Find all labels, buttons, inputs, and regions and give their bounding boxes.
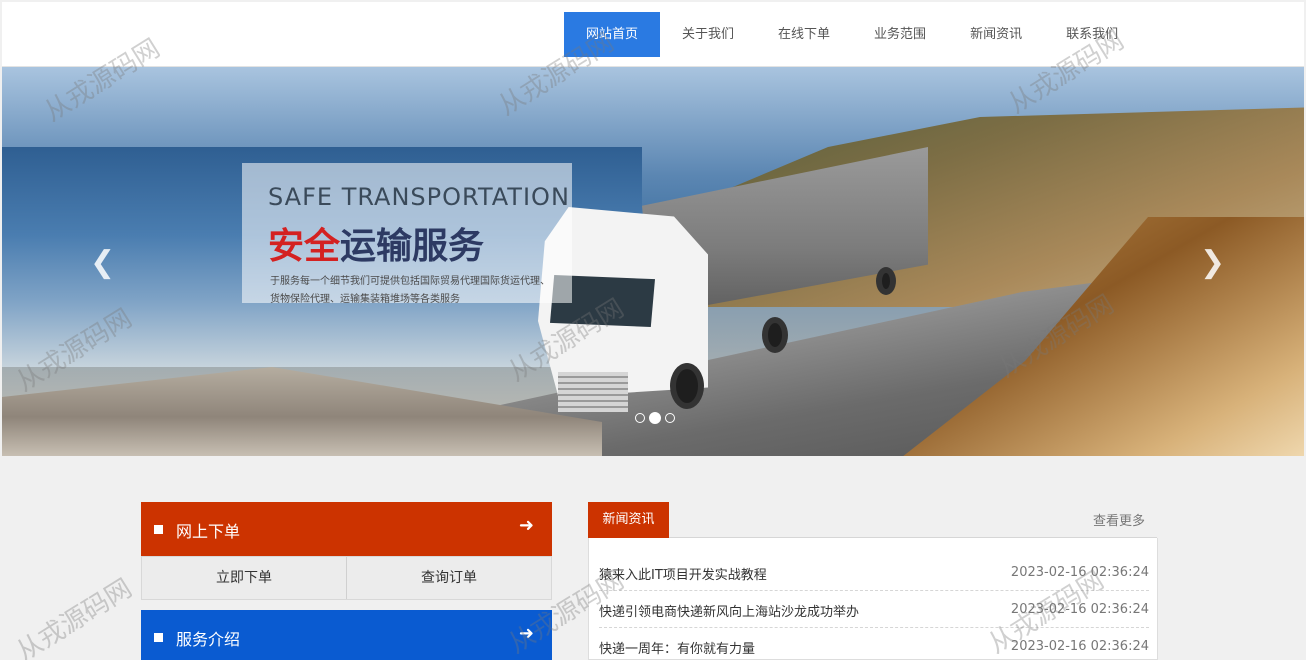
site-header: 网站首页 关于我们 在线下单 业务范围 新闻资讯 联系我们 (2, 2, 1304, 67)
nav-news[interactable]: 新闻资讯 (948, 12, 1044, 57)
nav-home[interactable]: 网站首页 (564, 12, 661, 57)
news-item-date: 2023-02-16 02:36:24 (1010, 639, 1149, 654)
news-item-title[interactable]: 猿来入此IT项目开发实战教程 (599, 564, 767, 583)
service-intro-title: 服务介绍 (176, 630, 241, 649)
watermark: 从戎源码网 (11, 573, 138, 660)
news-list: 猿来入此IT项目开发实战教程 2023-02-16 02:36:24 快递引领电… (588, 538, 1158, 660)
news-item: 快递引领电商快递新风向上海站沙龙成功举办 2023-02-16 02:36:24 (599, 591, 1149, 628)
query-order-button[interactable]: 查询订单 (346, 557, 551, 599)
news-item: 猿来入此IT项目开发实战教程 2023-02-16 02:36:24 (599, 554, 1149, 591)
chevron-right-icon[interactable]: ❯ (1200, 245, 1225, 280)
nav-about[interactable]: 关于我们 (660, 12, 756, 57)
arrow-right-icon[interactable]: ➜ (519, 623, 534, 644)
place-order-button[interactable]: 立即下单 (142, 557, 346, 599)
nav-business-scope[interactable]: 业务范围 (852, 12, 948, 57)
slider-dot[interactable] (665, 413, 675, 423)
nav-contact[interactable]: 联系我们 (1044, 12, 1140, 57)
chevron-left-icon[interactable]: ❮ (90, 245, 115, 280)
truck-grille (558, 372, 628, 412)
hero-banner: SAFE TRANSPORTATION 安全运输服务 于服务每一个细节我们可提供… (2, 67, 1304, 456)
slider-dots (635, 412, 675, 424)
news-item: 快递一周年：有你就有力量 2023-02-16 02:36:24 (599, 628, 1149, 660)
truck-wheel (762, 317, 788, 353)
online-order-header[interactable]: 网上下单 ➜ (141, 502, 552, 556)
nav-online-order[interactable]: 在线下单 (756, 12, 852, 57)
news-item-title[interactable]: 快递引领电商快递新风向上海站沙龙成功举办 (599, 601, 859, 620)
slider-dot[interactable] (635, 413, 645, 423)
truck-wheel (670, 363, 704, 409)
slider-dot-active[interactable] (649, 412, 661, 424)
news-tab[interactable]: 新闻资讯 (588, 502, 669, 538)
service-intro-header[interactable]: 服务介绍 ➜ (141, 610, 552, 660)
online-order-title: 网上下单 (176, 522, 241, 541)
news-item-title[interactable]: 快递一周年：有你就有力量 (599, 638, 755, 657)
order-buttons: 立即下单 查询订单 (141, 556, 552, 600)
banner-title-rest: 运输服务 (340, 226, 485, 267)
square-bullet-icon (154, 633, 163, 642)
arrow-right-icon[interactable]: ➜ (519, 515, 534, 536)
banner-description: 于服务每一个细节我们可提供包括国际贸易代理国际货运代理、货物保险代理、运输集装箱… (270, 276, 550, 305)
banner-title-en: SAFE TRANSPORTATION (268, 183, 570, 211)
news-item-date: 2023-02-16 02:36:24 (1010, 565, 1149, 580)
news-more-link[interactable]: 查看更多 (1093, 510, 1145, 529)
main-nav: 网站首页 关于我们 在线下单 业务范围 新闻资讯 联系我们 (564, 12, 1140, 57)
banner-title-highlight: 安全 (268, 226, 341, 267)
banner-title-cn: 安全运输服务 (268, 217, 484, 269)
banner-barrier-image (2, 367, 602, 456)
truck-wheel (876, 267, 896, 295)
square-bullet-icon (154, 525, 163, 534)
news-item-date: 2023-02-16 02:36:24 (1010, 602, 1149, 617)
